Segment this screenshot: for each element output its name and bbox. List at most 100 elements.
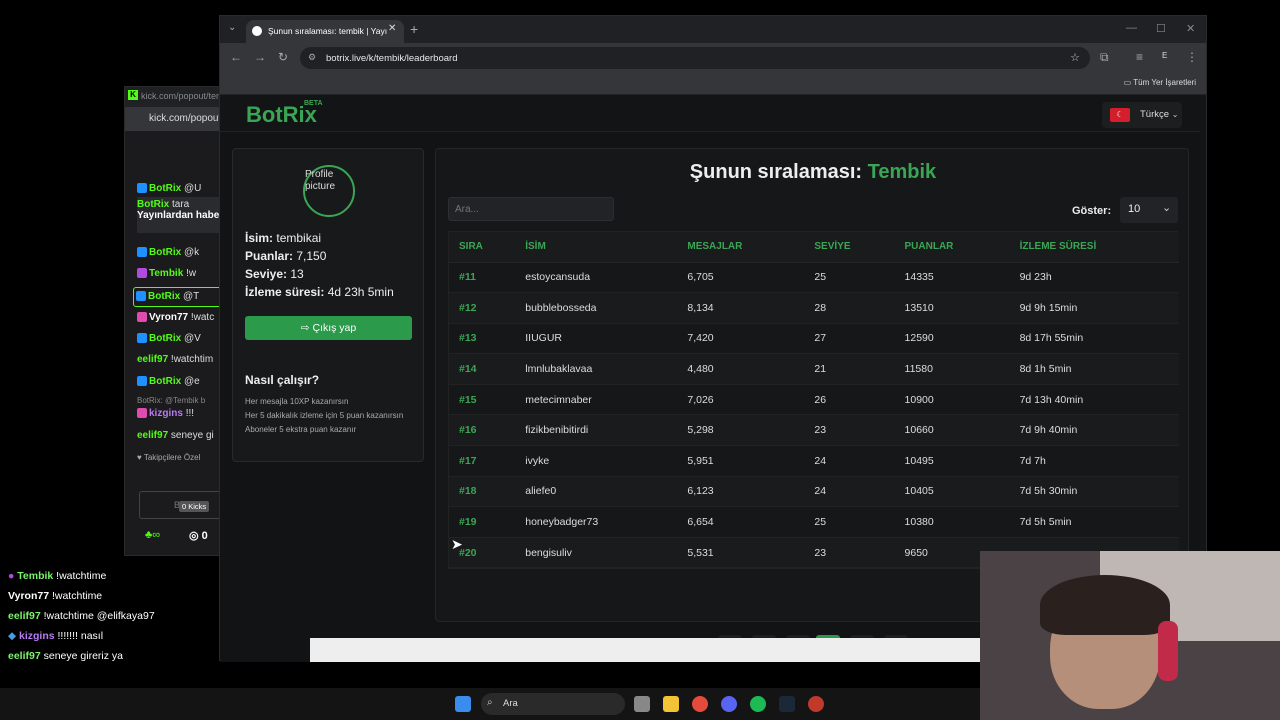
maximize-icon[interactable]: ☐	[1156, 22, 1166, 35]
steam-icon[interactable]	[779, 696, 795, 712]
webcam-overlay	[980, 551, 1280, 720]
name-cell: IIUGUR	[515, 323, 678, 355]
logout-button[interactable]: ⇨ Çıkış yap	[245, 316, 412, 340]
column-header[interactable]: SIRA	[449, 232, 516, 263]
column-header[interactable]: İZLEME SÜRESİ	[1009, 232, 1179, 263]
chat-username[interactable]: BotRix	[149, 183, 181, 194]
chat-message: kizgins !!!	[137, 408, 227, 419]
profile-name: İsim: tembikai	[245, 231, 322, 245]
chat-username[interactable]: BotRix	[137, 199, 169, 210]
rank-cell: #18	[449, 476, 516, 508]
name-cell: estoycansuda	[515, 262, 678, 294]
extensions-icon[interactable]: ⧉	[1100, 50, 1109, 65]
new-tab-icon[interactable]: +	[410, 21, 418, 37]
kicks-count[interactable]: ◎ 0	[189, 529, 208, 542]
chat-username[interactable]: Vyron77	[149, 312, 188, 323]
table-row: #13 IIUGUR 7,420 27 12590 8d 17h 55min	[449, 323, 1179, 355]
chat-username[interactable]: Tembik	[149, 268, 183, 279]
search-input[interactable]	[448, 197, 614, 221]
how-line: Her 5 dakikalık izleme için 5 puan kazan…	[245, 411, 404, 420]
discord-icon[interactable]	[721, 696, 737, 712]
language-select[interactable]: ☾ Türkçe ⌄	[1102, 102, 1182, 128]
messages-cell: 6,123	[677, 476, 805, 508]
chat-text: !watchtim	[170, 354, 214, 365]
menu-icon[interactable]: ⋮	[1186, 50, 1198, 64]
name-cell: bubblebosseda	[515, 292, 678, 324]
site-info-icon[interactable]: ⚙	[308, 52, 316, 63]
points-cell: 11580	[894, 353, 1010, 385]
url-text: botrix.live/k/tembik/leaderboard	[326, 53, 458, 64]
column-header[interactable]: İSİM	[515, 232, 678, 263]
messages-cell: 5,298	[677, 414, 805, 447]
overlay-username: Vyron77	[8, 590, 50, 602]
profile-card: Profile picture İsim: tembikai Puanlar: …	[232, 148, 424, 462]
minimize-icon[interactable]: —	[1126, 22, 1137, 34]
address-bar[interactable]: ⚙ botrix.live/k/tembik/leaderboard ☆	[300, 47, 1090, 69]
name-cell: ivyke	[515, 445, 678, 477]
chat-username[interactable]: BotRix	[148, 291, 180, 302]
table-row: #11 estoycansuda 6,705 25 14335 9d 23h	[449, 262, 1179, 294]
column-header[interactable]: SEVİYE	[804, 232, 895, 263]
messages-cell: 5,531	[677, 537, 805, 569]
table-header-row: SIRA İSİM MESAJLAR SEVİYE PUANLAR İZLEME SÜRE…	[449, 232, 1179, 263]
overlay-chat-line: Vyron77 !watchtime	[8, 590, 103, 602]
chat-username[interactable]: BotRix	[149, 333, 181, 344]
overlay-chat-line: ◆ kizgins !!!!!!! nasıl	[8, 630, 104, 642]
infinity-icon[interactable]: ♣∞	[145, 529, 160, 541]
close-tab-icon[interactable]: ✕	[388, 23, 396, 34]
spotify-icon[interactable]	[750, 696, 766, 712]
page-size-select[interactable]: 10 ⌄	[1120, 197, 1178, 223]
profile-points: Puanlar: 7,150	[245, 249, 327, 263]
bot-badge-icon	[137, 376, 147, 387]
chat-message: BotRix @e	[137, 376, 227, 387]
name-cell: metecimnaber	[515, 384, 678, 416]
chat-message-highlighted: BotRix @T	[133, 287, 223, 307]
active-tab[interactable]: Şunun sıralaması: tembik | Yayı ✕	[246, 20, 404, 43]
chat-message: BotRix tara Yayınlardan haber	[137, 197, 227, 233]
chat-username[interactable]: eelif97	[137, 430, 168, 441]
watchtime-cell: 7d 5h 5min	[1009, 506, 1179, 538]
chat-text: @T	[183, 291, 200, 302]
level-cell: 28	[804, 292, 895, 324]
windows-start-icon[interactable]	[455, 696, 471, 712]
chat-titlebar: K kick.com/popout/tem	[125, 87, 225, 107]
rank-cell: #11	[449, 262, 516, 294]
close-window-icon[interactable]: ✕	[1186, 22, 1195, 35]
reload-icon[interactable]: ↻	[278, 50, 288, 64]
chat-username[interactable]: BotRix	[149, 247, 181, 258]
chrome-icon[interactable]	[692, 696, 708, 712]
rank-cell: #16	[449, 414, 516, 447]
name-cell: honeybadger73	[515, 506, 678, 538]
forward-icon[interactable]: →	[254, 50, 266, 64]
media-icon[interactable]: ≡	[1136, 50, 1143, 64]
messages-cell: 8,134	[677, 292, 805, 324]
column-header[interactable]: PUANLAR	[894, 232, 1010, 263]
rank-cell: #15	[449, 384, 516, 416]
level-cell: 25	[804, 506, 895, 538]
bookmark-star-icon[interactable]: ☆	[1070, 51, 1080, 64]
tab-search-icon[interactable]: ⌄	[228, 22, 236, 33]
chat-username[interactable]: eelif97	[137, 354, 168, 365]
how-line: Her mesajla 10XP kazanırsın	[245, 397, 349, 406]
watchtime-cell: 7d 5h 30min	[1009, 476, 1179, 508]
task-view-icon[interactable]	[634, 696, 650, 712]
back-icon[interactable]: ←	[230, 50, 242, 64]
tab-title: Şunun sıralaması: tembik | Yayı	[268, 26, 388, 36]
table-row: #18 aliefe0 6,123 24 10405 7d 5h 30min	[449, 476, 1179, 508]
chat-url-bar[interactable]: kick.com/popout	[125, 107, 225, 131]
rank-cell: #13	[449, 323, 516, 355]
chat-username[interactable]: kizgins	[149, 408, 183, 419]
taskbar-search[interactable]: ⌕ Ara	[481, 693, 625, 715]
chat-text: Yayınlardan haber	[137, 210, 224, 221]
obs-icon[interactable]	[808, 696, 824, 712]
watchtime-cell: 8d 17h 55min	[1009, 323, 1179, 355]
overlay-chat-line: ● Tembik !watchtime	[8, 570, 107, 582]
bookmarks-bar: ▭ Tüm Yer İşaretleri	[220, 73, 1206, 95]
page-title: Şunun sıralaması: Tembik	[689, 161, 937, 183]
chat-username[interactable]: BotRix	[149, 376, 181, 387]
points-cell: 12590	[894, 323, 1010, 355]
all-bookmarks[interactable]: ▭ Tüm Yer İşaretleri	[1124, 78, 1196, 87]
file-explorer-icon[interactable]	[663, 696, 679, 712]
profile-avatar[interactable]: E	[1162, 51, 1167, 60]
column-header[interactable]: MESAJLAR	[677, 232, 805, 263]
